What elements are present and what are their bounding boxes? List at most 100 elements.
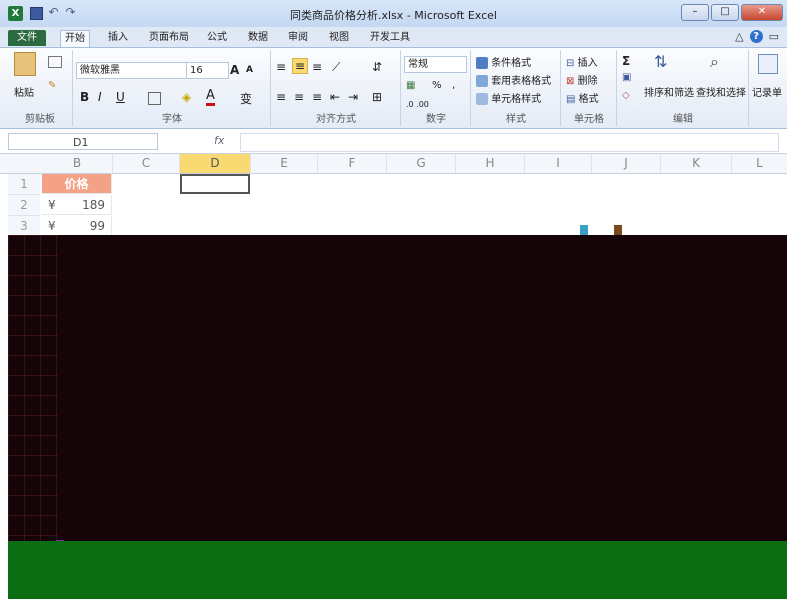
form-button[interactable]: 记录单 [752, 84, 782, 99]
sort-filter-button[interactable]: 排序和筛选 [644, 84, 694, 99]
column-header-k[interactable]: K [661, 154, 732, 173]
border-icon[interactable] [148, 92, 161, 105]
align-middle-icon[interactable]: ≡ [292, 58, 309, 74]
tab-insert[interactable]: 插入 [104, 30, 132, 46]
delete-button[interactable]: ⊠ 删除 [566, 72, 598, 88]
name-box[interactable]: D1 [8, 133, 158, 150]
close-button[interactable]: ✕ [741, 4, 783, 21]
tab-file[interactable]: 文件 [8, 30, 46, 46]
minimize-ribbon-icon[interactable]: △ [735, 30, 743, 43]
row-header-3[interactable]: 3 [8, 216, 40, 237]
delete-icon: ⊠ [566, 75, 575, 87]
increase-decimal-button[interactable]: .0 .00 [406, 100, 429, 109]
currency-icon[interactable]: ▦ [406, 80, 415, 91]
align-bottom-icon[interactable]: ≡ [312, 60, 322, 74]
find-icon[interactable]: ⌕ [710, 52, 719, 72]
underline-button[interactable]: U [116, 90, 125, 104]
maximize-button[interactable]: □ [711, 4, 739, 21]
cell-b2[interactable]: ¥ 189 [42, 195, 112, 215]
paste-button[interactable]: 粘贴 [14, 84, 34, 99]
restore-icon[interactable]: ▭ [769, 30, 779, 43]
column-header-f[interactable]: F [318, 154, 387, 173]
find-select-button[interactable]: 查找和选择 [696, 84, 746, 99]
window-controls: – □ ✕ [681, 4, 783, 21]
increase-indent-icon[interactable]: ⇥ [348, 90, 358, 104]
decrease-indent-icon[interactable]: ⇤ [330, 90, 340, 104]
row-header-1[interactable]: 1 [8, 174, 40, 195]
number-group: 常规 ▦ % , .0 .00 数字 [402, 50, 471, 126]
styles-group: 条件格式 套用表格格式 单元格样式 样式 [472, 50, 561, 126]
format-painter-icon[interactable]: ✎ [48, 80, 56, 91]
form-icon[interactable] [758, 54, 778, 74]
cell-b1[interactable]: 价格 [42, 174, 112, 194]
number-format-select[interactable]: 常规 [404, 56, 467, 73]
insert-button[interactable]: ⊟ 插入 [566, 54, 598, 70]
cell-styles-button[interactable]: 单元格样式 [476, 90, 541, 105]
percent-button[interactable]: % [432, 80, 442, 91]
tab-home[interactable]: 开始 [60, 30, 90, 47]
column-header-d[interactable]: D [180, 154, 251, 173]
currency-symbol: ¥ [48, 198, 56, 212]
delete-label: 删除 [577, 76, 598, 87]
autosum-button[interactable]: Σ [622, 54, 630, 68]
format-as-table-label: 套用表格格式 [491, 76, 552, 87]
wrap-text-icon[interactable]: ⇵ [372, 60, 382, 74]
sort-filter-icon[interactable]: ⇅ [654, 52, 667, 71]
number-group-label: 数字 [426, 114, 446, 125]
clear-icon[interactable]: ◇ [622, 90, 630, 101]
cell-b3[interactable]: ¥ 99 [42, 216, 112, 236]
align-right-icon[interactable]: ≡ [312, 90, 322, 104]
sheet-grid: 1 价格 2 ¥ 189 3 ¥ 99 [0, 174, 787, 237]
styles-group-label: 样式 [506, 114, 526, 125]
minimize-button[interactable]: – [681, 4, 709, 21]
alignment-group-label: 对齐方式 [316, 114, 356, 125]
italic-button[interactable]: I [98, 90, 102, 104]
cell-styles-icon [476, 93, 488, 105]
font-size-select[interactable]: 16 [186, 62, 229, 79]
bold-button[interactable]: B [80, 90, 89, 104]
conditional-format-button[interactable]: 条件格式 [476, 54, 531, 69]
comma-button[interactable]: , [452, 80, 455, 91]
shrink-font-button[interactable]: A [246, 65, 253, 75]
orientation-icon[interactable]: ⟋ [332, 60, 340, 75]
help-icon[interactable]: ? [749, 30, 763, 43]
font-color-icon[interactable]: A [206, 88, 215, 106]
format-as-table-button[interactable]: 套用表格格式 [476, 72, 551, 87]
tab-page-layout[interactable]: 页面布局 [145, 30, 193, 46]
tab-developer[interactable]: 开发工具 [366, 30, 414, 46]
copy-icon[interactable] [48, 56, 62, 68]
column-header-h[interactable]: H [456, 154, 525, 173]
tab-view[interactable]: 视图 [325, 30, 353, 46]
align-center-icon[interactable]: ≡ [294, 90, 304, 104]
fill-icon[interactable]: ▣ [622, 72, 631, 83]
merge-center-icon[interactable]: ⊞ [372, 90, 382, 104]
phonetic-icon[interactable]: 变 [240, 90, 252, 107]
tab-formulas[interactable]: 公式 [203, 30, 231, 46]
column-header-c[interactable]: C [113, 154, 180, 173]
rendering-artifact-grid [8, 235, 58, 541]
column-header-j[interactable]: J [592, 154, 661, 173]
conditional-format-label: 条件格式 [491, 58, 532, 69]
font-name-select[interactable]: 微软雅黑 [76, 62, 187, 79]
fill-color-icon[interactable]: ◈ [182, 90, 191, 104]
tab-data[interactable]: 数据 [244, 30, 272, 46]
align-left-icon[interactable]: ≡ [276, 90, 286, 104]
paste-icon[interactable] [14, 52, 36, 76]
cell-styles-label: 单元格样式 [491, 94, 542, 105]
column-header-b[interactable]: B [42, 154, 113, 173]
fx-icon[interactable]: fx [214, 134, 224, 147]
grow-font-button[interactable]: A [230, 63, 239, 77]
column-header-e[interactable]: E [251, 154, 318, 173]
row-header-2[interactable]: 2 [8, 195, 40, 216]
font-group: 微软雅黑 16 A A B I U ◈ A 变 字体 [74, 50, 271, 126]
align-top-icon[interactable]: ≡ [276, 60, 286, 74]
column-header-g[interactable]: G [387, 154, 456, 173]
tab-review[interactable]: 审阅 [284, 30, 312, 46]
column-header-i[interactable]: I [525, 154, 592, 173]
rendering-artifact-dark [8, 235, 787, 541]
column-header-l[interactable]: L [732, 154, 787, 173]
formula-input[interactable] [240, 133, 779, 152]
format-button[interactable]: ▤ 格式 [566, 90, 599, 106]
cell-d1-selected[interactable] [180, 174, 250, 194]
rendering-artifact [580, 225, 588, 235]
